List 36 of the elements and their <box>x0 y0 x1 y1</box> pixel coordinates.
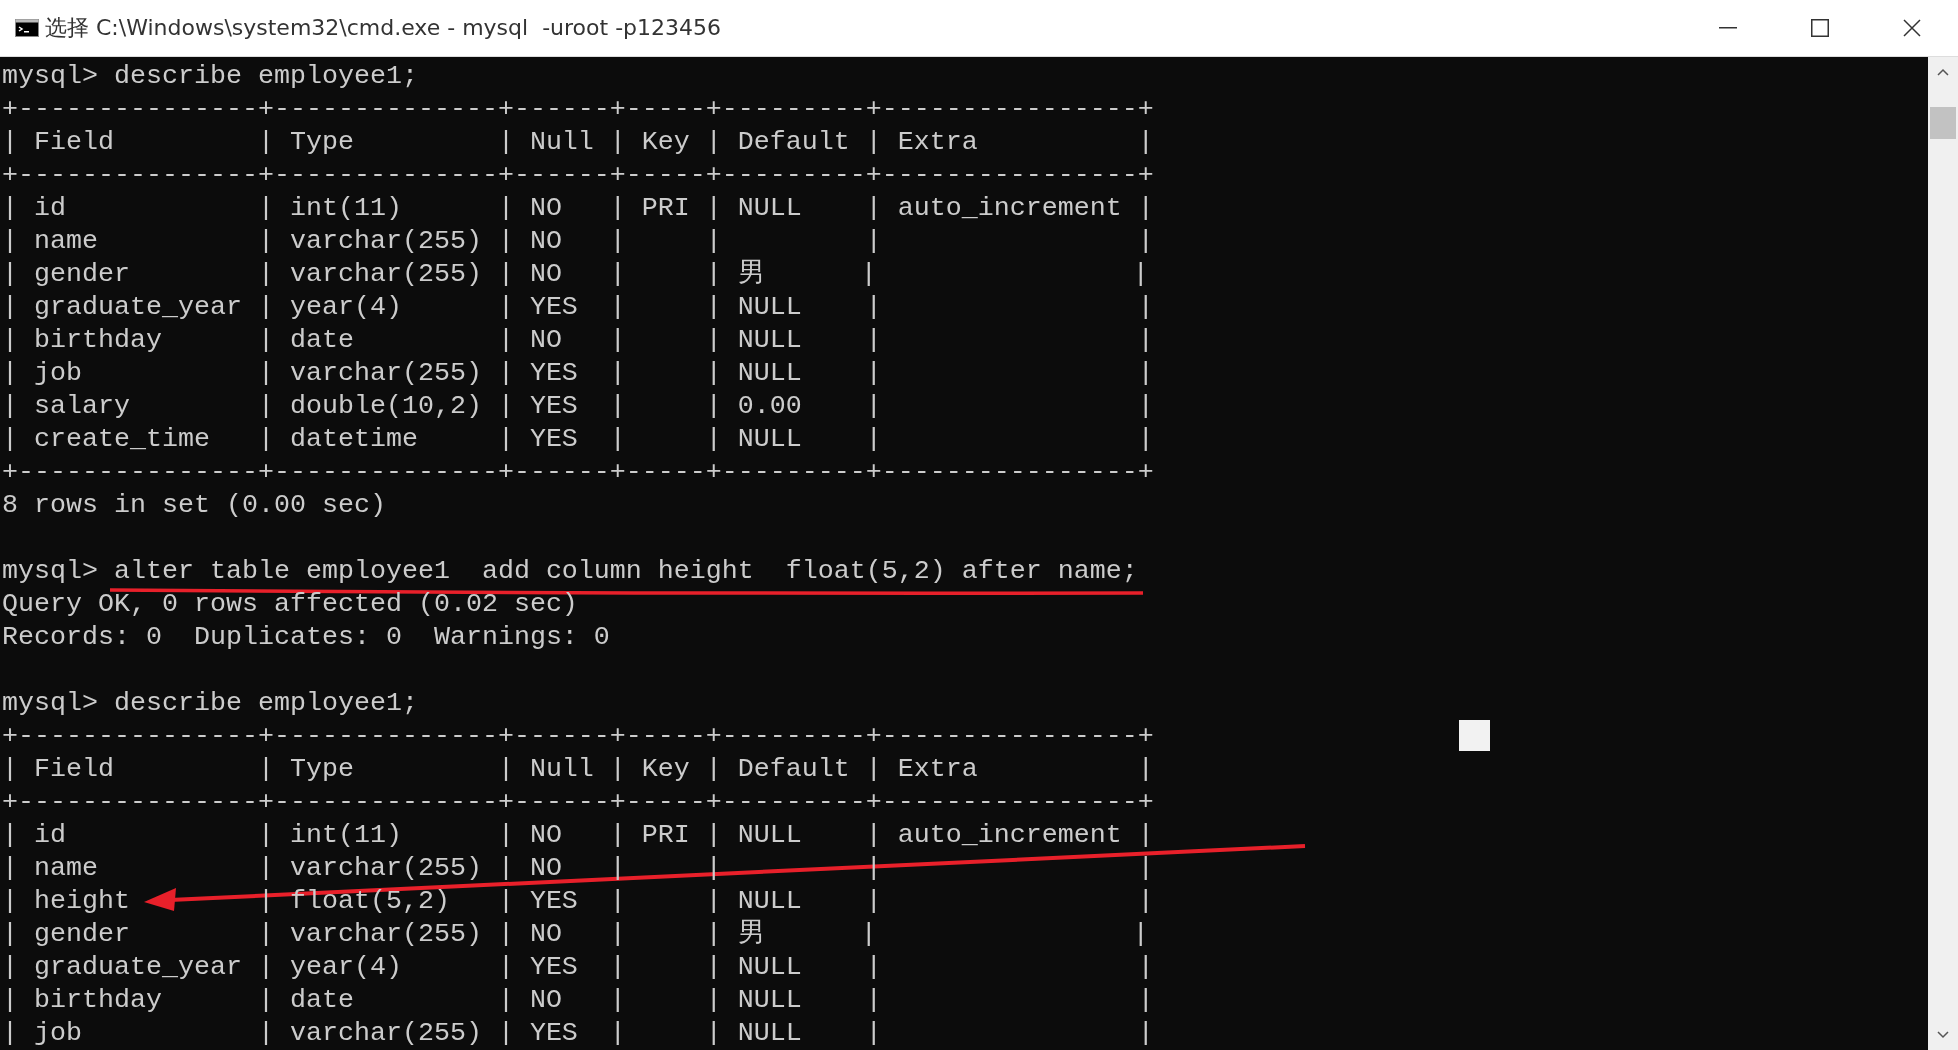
maximize-icon <box>1811 19 1829 37</box>
console-line: +---------------+--------------+------+-----+---------+----------------+ <box>1 93 1154 126</box>
console-line: +---------------+--------------+------+-----+---------+----------------+ <box>1 786 1154 819</box>
console-line: +---------------+--------------+------+-----+---------+----------------+ <box>1 159 1154 192</box>
console-line: | create_time | datetime | YES | | NULL | | <box>1 423 1154 456</box>
console-line: | job | varchar(255) | YES | | NULL | | <box>1 357 1154 390</box>
console-line: mysql> describe employee1; <box>1 60 418 93</box>
console-line: | graduate_year | year(4) | YES | | NULL | | <box>1 291 1154 324</box>
console-line: mysql> describe employee1; <box>1 687 418 720</box>
terminal-icon <box>15 19 39 37</box>
window-title: 选择 C:\Windows\system32\cmd.exe - mysql -uroot -p123456 <box>45 14 723 42</box>
minimize-icon <box>1719 27 1737 29</box>
console-line: | Field | Type | Null | Key | Default | Extra | <box>1 753 1154 786</box>
console-line: +---------------+--------------+------+-----+---------+----------------+ <box>1 456 1154 489</box>
console-line: | birthday | date | NO | | NULL | | <box>1 984 1154 1017</box>
console-line: | graduate_year | year(4) | YES | | NULL | | <box>1 951 1154 984</box>
scroll-thumb[interactable] <box>1930 107 1956 139</box>
console-line: +---------------+--------------+------+-----+---------+----------------+ <box>1 720 1154 753</box>
console-line: 8 rows in set (0.00 sec) <box>1 489 386 522</box>
console-line: | birthday | date | NO | | NULL | | <box>1 324 1154 357</box>
console-line: | name | varchar(255) | NO | | | | <box>1 225 1154 258</box>
console-line: | id | int(11) | NO | PRI | NULL | auto_increment | <box>1 819 1154 852</box>
text-cursor <box>1459 720 1490 751</box>
close-icon <box>1903 19 1921 37</box>
console-line: | job | varchar(255) | YES | | NULL | | <box>1 1017 1154 1050</box>
console-line: Records: 0 Duplicates: 0 Warnings: 0 <box>1 621 610 654</box>
console-line: | gender | varchar(255) | NO | | 男 | | <box>1 918 1149 951</box>
console-line: Query OK, 0 rows affected (0.02 sec) <box>1 588 578 621</box>
console-line: | Field | Type | Null | Key | Default | Extra | <box>1 126 1154 159</box>
console-line: | salary | double(10,2) | YES | | 0.00 | | <box>1 390 1154 423</box>
console-line: | name | varchar(255) | NO | | | | <box>1 852 1154 885</box>
console-line: mysql> alter table employee1 add column height float(5,2) after name; <box>1 555 1138 588</box>
console-line: | gender | varchar(255) | NO | | 男 | | <box>1 258 1149 291</box>
console-line: | id | int(11) | NO | PRI | NULL | auto_increment | <box>1 192 1154 225</box>
scrollbar[interactable] <box>1928 57 1958 1050</box>
console-line: | height | float(5,2) | YES | | NULL | | <box>1 885 1154 918</box>
